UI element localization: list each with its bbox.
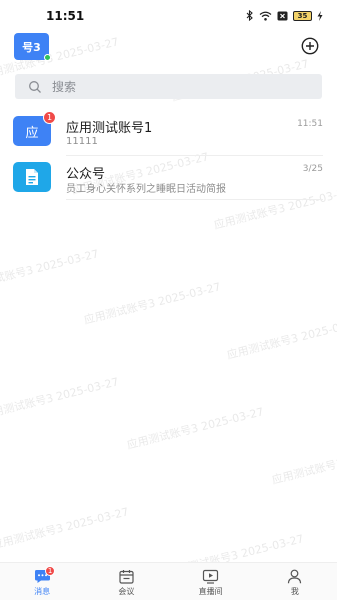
notification-x-icon [277,11,288,20]
tab-me[interactable]: 我 [253,563,337,600]
bluetooth-icon [246,10,253,21]
conversation-item[interactable]: 应 1 应用测试账号1 11111 11:51 [0,110,337,156]
conversation-time: 11:51 [297,119,323,129]
search-input[interactable]: 搜索 [15,74,322,99]
live-tv-icon [203,569,219,584]
online-status-dot [44,54,51,61]
unread-badge: 1 [43,111,56,124]
tab-meetings[interactable]: 会议 [84,563,168,600]
conversation-time: 3/25 [302,164,323,174]
tab-label: 我 [290,587,299,596]
conversation-avatar-label: 应 [25,125,39,141]
tab-label: 消息 [34,587,51,596]
conversation-preview: 11111 [66,136,98,147]
conversation-avatar [13,162,51,192]
tab-live-room[interactable]: 直播间 [169,563,253,600]
conversation-preview: 员工身心关怀系列之睡眠日活动简报 [66,184,226,195]
document-icon [26,169,38,185]
user-avatar[interactable]: 号3 [14,33,51,61]
watermark-text: 应用测试账号3 2025-03-27 [270,440,337,487]
watermark-text: 应用测试账号3 2025-03-27 [0,247,101,294]
conversation-item[interactable]: 公众号 员工身心关怀系列之睡眠日活动简报 3/25 [0,157,337,203]
wifi-icon [259,11,272,21]
watermark-text: 应用测试账号3 2025-03-27 [0,505,131,552]
person-icon [288,569,302,584]
charging-icon [317,10,323,21]
user-avatar-label: 号3 [22,40,41,54]
divider [66,199,323,200]
watermark-text: 应用测试账号3 2025-03-27 [125,405,266,452]
tab-messages[interactable]: 1 消息 [0,563,84,600]
conversation-avatar: 应 1 [13,111,56,146]
status-bar: 11:51 35 [0,0,337,30]
tab-label: 直播间 [198,587,223,596]
calendar-icon [119,570,134,584]
watermark-text: 应用测试账号3 2025-03-27 [82,280,223,327]
battery-icon: 35 [293,10,312,21]
watermark-text: 应用测试账号3 2025-03-27 [225,315,337,362]
watermark-text: 应用测试账号3 2025-03-27 [0,375,121,422]
conversation-title: 应用测试账号1 [66,121,153,136]
status-time: 11:51 [46,9,85,23]
status-icons: 35 [246,10,323,21]
add-button[interactable] [301,37,319,55]
bottom-tab-bar: 1 消息 会议 直播间 我 [0,562,337,600]
search-placeholder: 搜索 [52,80,77,94]
tab-badge: 1 [45,566,56,576]
search-icon [29,80,41,93]
divider [66,155,323,156]
tab-label: 会议 [118,587,135,596]
